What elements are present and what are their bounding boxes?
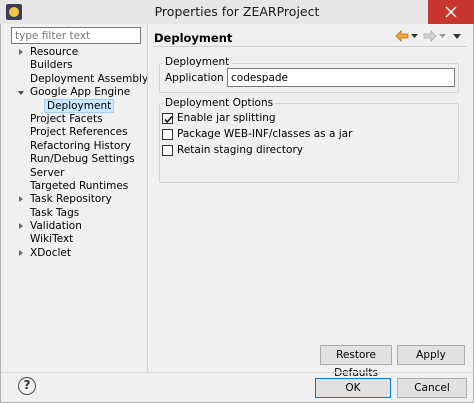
tree-item-label: Task Tags — [30, 206, 80, 219]
tree-item-label: Validation — [30, 220, 82, 233]
tree-item[interactable]: Resource — [6, 46, 156, 59]
package-classes-checkbox[interactable] — [162, 129, 173, 140]
tree-item-label: Server — [30, 166, 65, 179]
header-separator — [153, 46, 467, 47]
checkmark-icon — [164, 116, 173, 124]
pane-divider[interactable] — [147, 24, 148, 372]
title-bar: Properties for ZEARProject — [0, 0, 474, 24]
tree-item-label: Task Repository — [30, 193, 112, 206]
close-window-button[interactable] — [428, 0, 474, 24]
tree-item-label: Project Facets — [30, 112, 103, 125]
tree-item[interactable]: Builders — [6, 59, 156, 72]
tree-item-label: Resource — [30, 46, 79, 58]
tree-item[interactable]: Task Repository — [6, 193, 156, 206]
tree-item[interactable]: Google App Engine — [6, 86, 156, 99]
tree-item[interactable]: Refactoring History — [6, 140, 156, 153]
page-title: Deployment — [154, 31, 233, 45]
property-tree: Resource Builders Deployment Assembly Googl… — [6, 46, 156, 260]
tree-item-label: Builders — [30, 59, 73, 72]
close-icon — [445, 6, 457, 18]
chevron-down-icon[interactable] — [439, 34, 446, 38]
restore-defaults-button[interactable]: Restore Defaults — [320, 345, 392, 379]
tree-item-label: WikiText — [30, 233, 74, 246]
chevron-right-icon[interactable] — [19, 223, 23, 230]
help-icon[interactable]: ? — [18, 377, 36, 395]
deployment-options-label: Deployment Options — [163, 97, 276, 109]
enable-jar-splitting-checkbox[interactable] — [162, 113, 173, 124]
package-classes-label: Package WEB-INF/classes as a jar — [177, 128, 353, 140]
tree-item-label: Targeted Runtimes — [30, 179, 129, 192]
tree-item[interactable]: Run/Debug Settings — [6, 153, 156, 166]
property-page: Deployment Deployment Application ID: co… — [151, 24, 469, 379]
tree-item[interactable]: Task Tags — [6, 207, 156, 220]
view-menu-icon[interactable] — [453, 34, 461, 39]
tree-item[interactable]: Validation — [6, 220, 156, 233]
tree-item-label: Refactoring History — [30, 139, 131, 152]
back-arrow-icon[interactable] — [395, 30, 409, 42]
retain-staging-checkbox[interactable] — [162, 145, 173, 156]
tree-item[interactable]: Targeted Runtimes — [6, 180, 156, 193]
cancel-button[interactable]: Cancel — [397, 378, 467, 398]
chevron-down-icon[interactable] — [411, 34, 418, 38]
tree-item[interactable]: Deployment Assembly — [6, 73, 156, 86]
tree-item[interactable]: XDoclet — [6, 247, 156, 260]
tree-item-label: XDoclet — [30, 246, 71, 259]
tree-item[interactable]: Project References — [6, 126, 156, 139]
ok-button[interactable]: OK — [315, 378, 391, 398]
chevron-right-icon[interactable] — [19, 249, 23, 256]
dialog-body: ResourceBuildersDeployment AssemblyGoogl… — [0, 24, 474, 403]
filter-input[interactable] — [11, 27, 141, 44]
window-title: Properties for ZEARProject — [154, 4, 320, 19]
history-nav — [387, 28, 467, 44]
retain-staging-label: Retain staging directory — [177, 144, 303, 156]
tree-item[interactable]: Deployment — [6, 98, 156, 113]
tree-item[interactable]: WikiText — [6, 233, 156, 246]
tree-item[interactable]: Server — [6, 167, 156, 180]
footer-separator — [1, 372, 473, 373]
application-id-field[interactable] — [227, 68, 455, 87]
tree-item-label: Deployment — [44, 98, 115, 113]
tree-item-label: Project References — [30, 126, 128, 139]
apply-button[interactable]: Apply — [397, 345, 465, 365]
tree-item-label: Google App Engine — [30, 86, 131, 99]
deployment-group-label: Deployment — [163, 56, 232, 68]
tree-item[interactable]: Project Facets — [6, 113, 156, 126]
chevron-right-icon[interactable] — [19, 49, 23, 55]
chevron-down-icon[interactable] — [18, 91, 24, 96]
chevron-right-icon[interactable] — [19, 196, 23, 203]
sidebar: ResourceBuildersDeployment AssemblyGoogl… — [6, 24, 148, 372]
enable-jar-splitting-label: Enable jar splitting — [177, 112, 276, 124]
tree-item-label: Deployment Assembly — [30, 72, 149, 85]
tree-item-label: Run/Debug Settings — [30, 153, 135, 166]
forward-arrow-icon[interactable] — [423, 30, 437, 42]
